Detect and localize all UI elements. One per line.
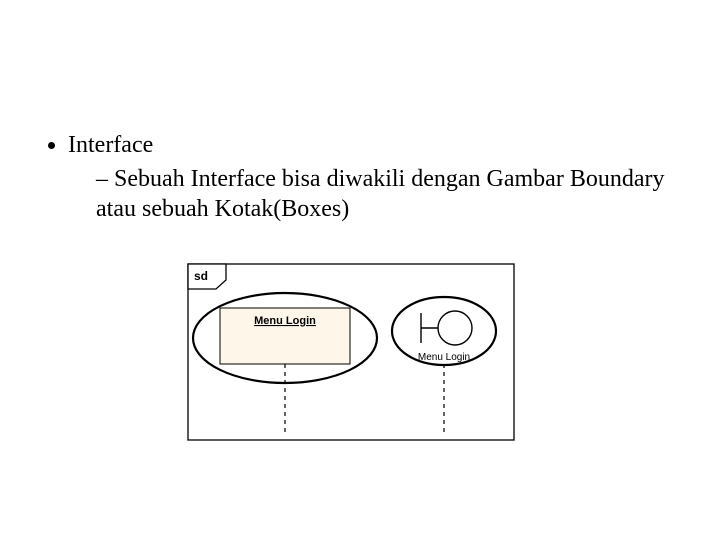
boundary-label: Menu Login <box>418 352 470 363</box>
bullet-list-level2: Sebuah Interface bisa diwakili dengan Ga… <box>68 164 680 224</box>
diagram-svg: sd Menu Login Menu Login <box>182 258 527 448</box>
frame-label: sd <box>194 269 208 283</box>
interface-box-label: Menu Login <box>254 315 316 327</box>
slide: Interface Sebuah Interface bisa diwakili… <box>0 0 720 540</box>
diagram: sd Menu Login Menu Login <box>182 258 527 448</box>
bullet-block: Interface Sebuah Interface bisa diwakili… <box>40 130 680 224</box>
bullet-l1-interface: Interface Sebuah Interface bisa diwakili… <box>68 130 680 224</box>
bullet-l2-item: Sebuah Interface bisa diwakili dengan Ga… <box>96 164 680 224</box>
bullet-list-level1: Interface Sebuah Interface bisa diwakili… <box>40 130 680 224</box>
bullet-l2-text: Sebuah Interface bisa diwakili dengan Ga… <box>96 166 664 222</box>
bullet-l1-text: Interface <box>68 132 153 158</box>
